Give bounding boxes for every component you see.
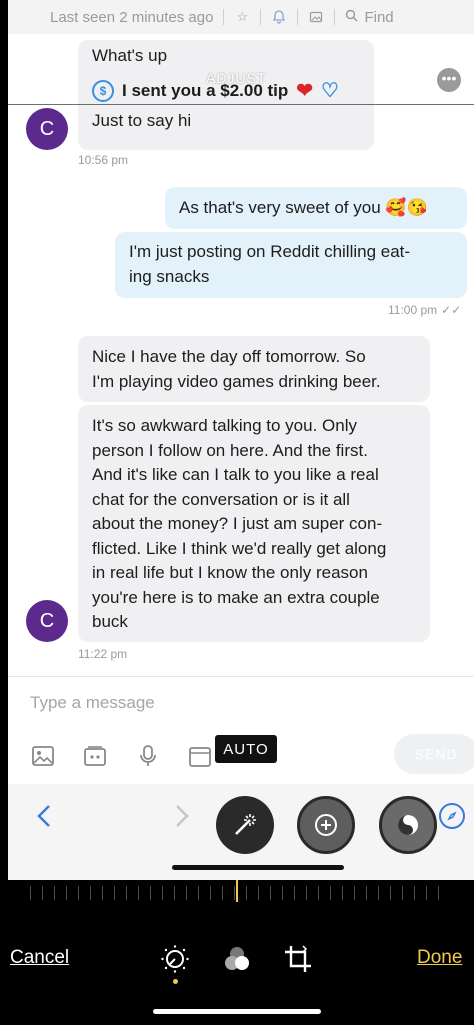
image-icon[interactable]	[308, 9, 324, 25]
search-icon	[345, 9, 358, 26]
last-seen-status: Last seen 2 minutes ago	[50, 8, 214, 26]
adjust-tool-icon[interactable]	[158, 942, 192, 976]
message-text-line: you're here is to make an extra couple	[92, 587, 380, 607]
crop-tool-icon[interactable]	[281, 942, 315, 976]
image-attach-icon[interactable]	[32, 745, 54, 767]
message-text-line: flicted. Like I think we'd really get al…	[92, 538, 387, 558]
crop-guide-line[interactable]	[8, 104, 474, 105]
microphone-icon[interactable]	[137, 745, 159, 767]
send-button[interactable]: SEND	[394, 734, 474, 774]
find-label: Find	[364, 8, 394, 26]
message-bubble-sent: As that's very sweet of you 🥰😘	[165, 187, 467, 229]
adjust-label: ADJUST	[206, 70, 267, 86]
active-tool-indicator	[173, 979, 178, 984]
slider-center-marker	[236, 880, 238, 902]
calendar-icon[interactable]	[189, 745, 211, 767]
home-indicator	[153, 1009, 321, 1014]
chat-header: Last seen 2 minutes ago ☆ Find	[8, 0, 474, 34]
read-receipt-icon: ✓✓	[441, 303, 462, 317]
filters-tool-icon[interactable]	[220, 942, 254, 976]
message-text: Just to say hi	[92, 111, 192, 130]
cancel-button[interactable]: Cancel	[10, 947, 69, 969]
more-options-button[interactable]: •••	[437, 68, 461, 92]
blue-heart-icon: ♡	[321, 79, 339, 102]
message-text-line: person I follow on here. And the first.	[92, 440, 368, 460]
dollar-icon: $	[92, 79, 114, 102]
message-text-line: Nice I have the day off tomorrow. So	[92, 347, 366, 366]
message-text-line: about the money? I just am super con-	[92, 514, 383, 533]
auto-magic-wand-button[interactable]	[216, 796, 274, 854]
edited-photo: Last seen 2 minutes ago ☆ Find What's up…	[8, 0, 474, 880]
message-text-line: It's so awkward talking to you. Only	[92, 416, 357, 435]
home-indicator	[172, 865, 344, 870]
timestamp: 10:56 pm	[78, 153, 129, 167]
message-text: What's up	[92, 46, 168, 65]
message-text-line: in real life but I know the only reason	[92, 563, 368, 582]
message-text: As that's very sweet of you 🥰😘	[179, 198, 428, 217]
message-bubble: Nice I have the day off tomorrow. So I'm…	[78, 336, 430, 402]
find-button[interactable]: Find	[345, 8, 394, 26]
brilliance-button[interactable]	[379, 796, 437, 854]
message-text-line: chat for the conversation or is it all	[92, 489, 350, 509]
exposure-button[interactable]	[297, 796, 355, 854]
back-arrow-icon[interactable]	[36, 804, 52, 835]
bell-icon[interactable]	[271, 9, 287, 25]
done-button[interactable]: Done	[417, 947, 462, 969]
forward-arrow-icon[interactable]	[174, 804, 190, 835]
ellipsis-icon: •••	[441, 70, 457, 86]
composer-divider	[8, 676, 474, 677]
avatar[interactable]: C	[26, 600, 68, 642]
message-text-line: And it's like can I talk to you like a r…	[92, 465, 379, 484]
message-bubble-sent: I'm just posting on Reddit chilling eat-…	[115, 232, 467, 298]
message-bubble: What's up $ I sent you a $2.00 tip ❤ ♡ J…	[78, 40, 374, 150]
compass-icon[interactable]	[439, 803, 465, 829]
timestamp: 11:22 pm	[78, 647, 128, 661]
message-bubble: It's so awkward talking to you. Only per…	[78, 405, 430, 642]
auto-enhance-badge[interactable]: AUTO	[215, 735, 277, 763]
avatar[interactable]: C	[26, 108, 68, 150]
message-text-line: I'm playing video games drinking beer.	[92, 371, 381, 391]
message-text-line: I'm just posting on Reddit chilling eat-	[129, 242, 411, 261]
red-heart-icon: ❤	[296, 79, 314, 102]
star-icon[interactable]: ☆	[234, 9, 250, 25]
media-vault-icon[interactable]	[84, 745, 106, 767]
message-text-line: ing snacks	[129, 266, 210, 286]
message-input[interactable]: Type a message	[30, 693, 155, 713]
timestamp: 11:00 pm ✓✓	[388, 303, 462, 317]
message-text-line: buck	[92, 612, 128, 631]
